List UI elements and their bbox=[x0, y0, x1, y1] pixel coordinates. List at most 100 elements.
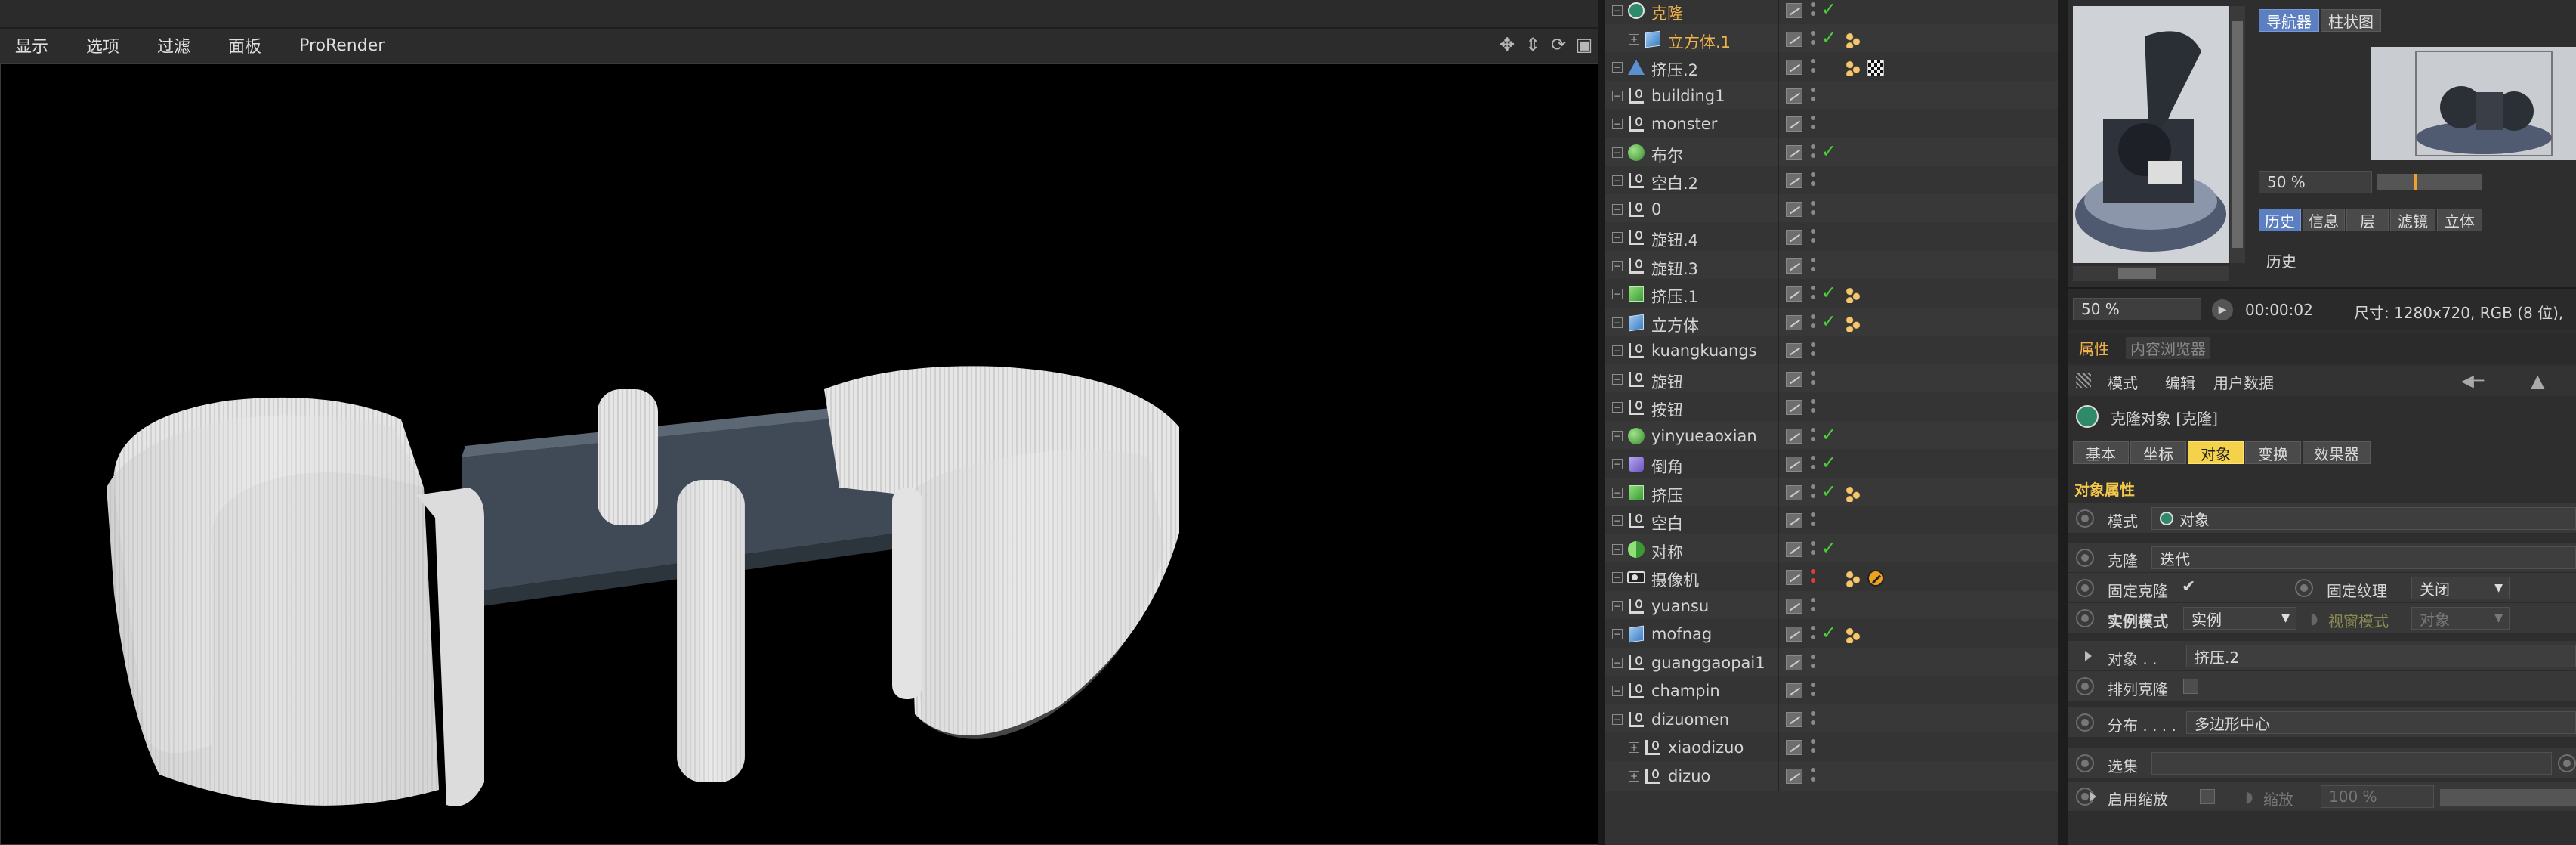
object-name[interactable]: 旋钮 bbox=[1651, 370, 1683, 393]
expand-icon[interactable] bbox=[2085, 651, 2092, 661]
phong-tag-icon[interactable] bbox=[1845, 31, 1861, 48]
object-name[interactable]: champin bbox=[1651, 682, 1720, 700]
layer-icon[interactable] bbox=[1786, 513, 1802, 528]
object-name[interactable]: 摄像机 bbox=[1651, 568, 1699, 591]
phong-tag-icon[interactable] bbox=[1845, 314, 1861, 332]
visibility-dots[interactable] bbox=[1811, 626, 1817, 644]
object-name[interactable]: 旋钮.3 bbox=[1651, 257, 1698, 280]
visibility-dots[interactable] bbox=[1811, 342, 1817, 361]
object-row[interactable]: − 挤压.2 bbox=[1605, 52, 2058, 82]
object-name[interactable]: yinyueaoxian bbox=[1651, 427, 1757, 445]
expand-toggle-icon[interactable]: + bbox=[1629, 770, 1639, 782]
expand-toggle-icon[interactable]: − bbox=[1612, 175, 1623, 186]
scale-radio[interactable]: ◗ bbox=[2245, 788, 2253, 806]
layer-icon[interactable] bbox=[1786, 258, 1802, 274]
expand-toggle-icon[interactable]: − bbox=[1612, 317, 1623, 328]
visibility-dots[interactable] bbox=[1811, 739, 1817, 757]
fixed-clone-radio[interactable] bbox=[2076, 579, 2094, 597]
object-row[interactable]: − 旋钮.4 bbox=[1605, 222, 2058, 252]
mode-animate-radio[interactable] bbox=[2076, 509, 2094, 528]
expand-toggle-icon[interactable]: − bbox=[1612, 487, 1623, 498]
layer-icon[interactable] bbox=[1786, 201, 1802, 217]
navigator-zoom-field[interactable]: 50 % bbox=[2259, 171, 2372, 193]
phong-tag-icon[interactable] bbox=[1845, 484, 1861, 502]
menu-edit[interactable]: 编辑 bbox=[2165, 371, 2195, 393]
layer-icon[interactable] bbox=[1786, 711, 1802, 727]
object-row[interactable]: − yinyueaoxian ✓ bbox=[1605, 420, 2058, 451]
up-arrow-icon[interactable]: ▲ bbox=[2531, 370, 2544, 392]
visibility-dots[interactable] bbox=[1811, 767, 1817, 786]
layer-icon[interactable] bbox=[1786, 541, 1802, 557]
expand-toggle-icon[interactable]: + bbox=[1629, 33, 1639, 45]
navigator-scrollbar[interactable] bbox=[2230, 6, 2245, 263]
visibility-dots[interactable] bbox=[1811, 30, 1817, 49]
layer-icon[interactable] bbox=[1786, 740, 1802, 755]
target-tag-icon[interactable] bbox=[1845, 570, 1861, 587]
subtab-effectors[interactable]: 效果器 bbox=[2303, 441, 2371, 464]
visibility-dots[interactable] bbox=[1811, 257, 1817, 276]
layer-icon[interactable] bbox=[1786, 400, 1802, 415]
object-name[interactable]: 挤压.2 bbox=[1651, 58, 1698, 81]
object-row[interactable]: − champin bbox=[1605, 676, 2058, 706]
object-row[interactable]: − 挤压 ✓ bbox=[1605, 477, 2058, 508]
object-name[interactable]: xiaodizuo bbox=[1668, 738, 1744, 757]
visibility-dots[interactable] bbox=[1811, 172, 1817, 190]
zoom-icon[interactable]: ⇕ bbox=[1521, 33, 1544, 56]
navigator-thumbnail[interactable] bbox=[2073, 6, 2229, 263]
visibility-dots[interactable] bbox=[1811, 597, 1817, 616]
layer-icon[interactable] bbox=[1786, 457, 1802, 472]
visibility-dots[interactable] bbox=[1811, 682, 1817, 701]
visibility-dots[interactable] bbox=[1811, 144, 1817, 162]
phong-tag-icon[interactable] bbox=[1845, 286, 1861, 303]
expand-toggle-icon[interactable]: − bbox=[1612, 260, 1623, 271]
expand-toggle-icon[interactable]: − bbox=[1612, 62, 1623, 73]
instance-mode-dropdown[interactable]: 实例 ▼ bbox=[2183, 607, 2296, 630]
navigator-h-scrollbar[interactable] bbox=[2073, 266, 2229, 281]
object-name[interactable]: dizuo bbox=[1668, 767, 1710, 785]
object-name[interactable]: 空白.2 bbox=[1651, 172, 1698, 194]
layer-icon[interactable] bbox=[1786, 116, 1802, 132]
enabled-check-icon[interactable]: ✓ bbox=[1821, 537, 1836, 559]
layer-icon[interactable] bbox=[1786, 286, 1802, 302]
enabled-check-icon[interactable]: ✓ bbox=[1821, 141, 1836, 162]
tab-history[interactable]: 历史 bbox=[2259, 209, 2301, 231]
object-row[interactable]: − kuangkuangs bbox=[1605, 336, 2058, 366]
expand-toggle-icon[interactable]: + bbox=[1629, 742, 1639, 753]
object-name[interactable]: 倒角 bbox=[1651, 455, 1683, 478]
subtab-basic[interactable]: 基本 bbox=[2073, 441, 2129, 464]
play-icon[interactable]: ▶ bbox=[2212, 299, 2233, 320]
visibility-dots[interactable] bbox=[1811, 399, 1817, 417]
object-row[interactable]: − 挤压.1 ✓ bbox=[1605, 279, 2058, 309]
object-row[interactable]: − guanggaopai1 bbox=[1605, 647, 2058, 678]
visibility-dots[interactable] bbox=[1811, 710, 1817, 729]
3d-viewport[interactable] bbox=[0, 63, 1598, 845]
texture-tag-icon[interactable] bbox=[1867, 60, 1884, 76]
layer-icon[interactable] bbox=[1786, 428, 1802, 444]
object-name[interactable]: 布尔 bbox=[1651, 144, 1683, 166]
layer-icon[interactable] bbox=[1786, 371, 1802, 387]
expand-toggle-icon[interactable]: − bbox=[1612, 430, 1623, 441]
object-row[interactable]: − 空白 bbox=[1605, 506, 2058, 536]
object-name[interactable]: building1 bbox=[1651, 87, 1725, 105]
phong-tag-icon[interactable] bbox=[1845, 627, 1861, 643]
object-name[interactable]: dizuomen bbox=[1651, 710, 1729, 729]
visibility-dots[interactable] bbox=[1811, 427, 1817, 446]
expand-toggle-icon[interactable]: − bbox=[1612, 572, 1623, 583]
layer-icon[interactable] bbox=[1786, 144, 1802, 160]
enabled-check-icon[interactable]: ✓ bbox=[1821, 424, 1836, 445]
expand-toggle-icon[interactable]: − bbox=[1612, 629, 1623, 639]
sort-clones-radio[interactable] bbox=[2076, 677, 2094, 695]
enable-scale-checkbox[interactable] bbox=[2200, 789, 2215, 804]
menu-userdata[interactable]: 用户数据 bbox=[2213, 371, 2274, 393]
object-name[interactable]: 按钮 bbox=[1651, 398, 1683, 421]
object-name[interactable]: 挤压 bbox=[1651, 484, 1683, 506]
visibility-dots[interactable] bbox=[1811, 484, 1817, 503]
visibility-dots[interactable] bbox=[1811, 229, 1817, 247]
layer-icon[interactable] bbox=[1786, 655, 1802, 670]
tab-histogram[interactable]: 柱状图 bbox=[2321, 9, 2381, 32]
object-name[interactable]: 挤压.1 bbox=[1651, 285, 1698, 308]
expand-toggle-icon[interactable]: − bbox=[1612, 373, 1623, 385]
object-name[interactable]: 立方体 bbox=[1651, 314, 1699, 336]
mode-dropdown[interactable]: 对象 bbox=[2151, 507, 2576, 530]
object-row[interactable]: − 旋钮.3 bbox=[1605, 250, 2058, 281]
